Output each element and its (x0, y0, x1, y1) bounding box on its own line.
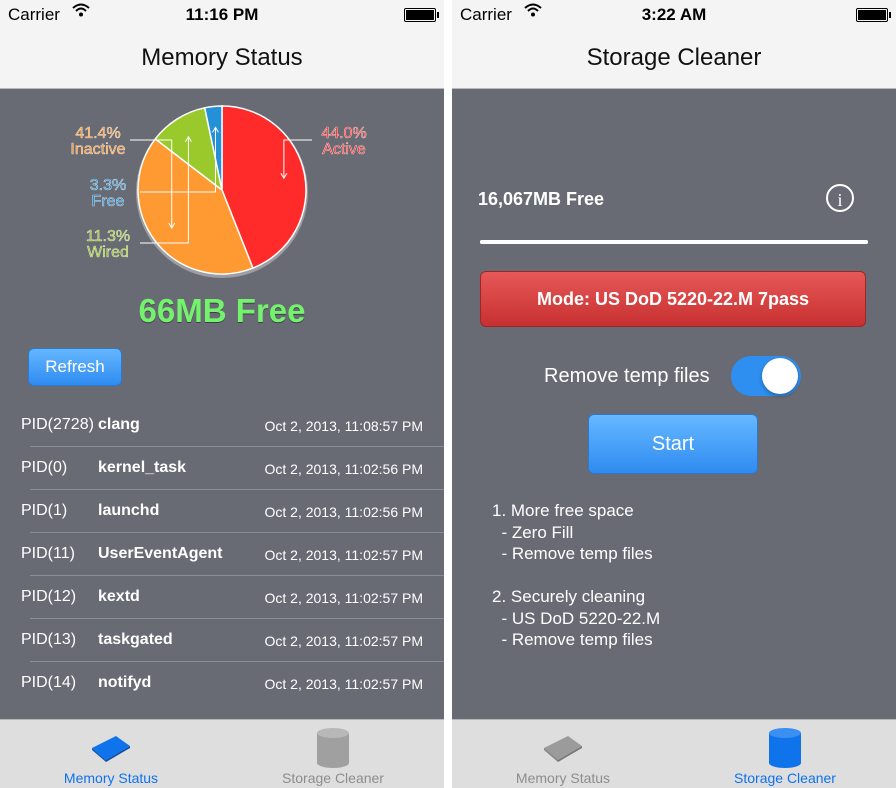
tab-bar: Memory Status Storage Cleaner (452, 719, 896, 788)
pie-chart-svg: 44.0%Active 41.4%Inactive 11.3%Wired 3.3%Fr… (70, 105, 367, 278)
status-time: 11:16 PM (185, 5, 259, 24)
process-date: Oct 2, 2013, 11:02:57 PM (264, 547, 423, 563)
process-date: Oct 2, 2013, 11:02:57 PM (264, 590, 423, 606)
process-date: Oct 2, 2013, 11:02:56 PM (264, 504, 423, 520)
tab-label: Storage Cleaner (734, 770, 836, 786)
instructions-text: 1. More free space - Zero Fill - Remove … (492, 500, 660, 651)
storage-progress-bar (480, 240, 868, 244)
tab-storage-cleaner[interactable]: Storage Cleaner (222, 720, 444, 788)
process-pid: PID(13) (21, 631, 77, 648)
pie-label-wired-percent: 11.3% (86, 228, 130, 245)
process-row[interactable]: PID(13) taskgated Oct 2, 2013, 11:02:57 PM (21, 618, 444, 661)
tab-memory-status[interactable]: Memory Status (0, 720, 222, 788)
process-row[interactable]: PID(12) kextd Oct 2, 2013, 11:02:57 PM (21, 575, 444, 618)
process-row[interactable]: PID(0) kernel_task Oct 2, 2013, 11:02:56 P… (21, 446, 444, 489)
process-name: clang (98, 416, 140, 433)
process-row[interactable]: PID(1) launchd Oct 2, 2013, 11:02:56 PM (21, 489, 444, 532)
start-button[interactable]: Start (588, 414, 758, 474)
status-bar: Carrier 3:22 AM (452, 0, 896, 30)
process-name: kernel_task (98, 459, 187, 476)
process-date: Oct 2, 2013, 11:02:57 PM (264, 633, 423, 649)
storage-cylinder-icon (674, 728, 896, 768)
pie-label-inactive-percent: 41.4% (75, 125, 120, 142)
progress-fill (480, 240, 868, 244)
status-bar: Carrier 11:16 PM (0, 0, 444, 30)
process-list[interactable]: PID(2728) clang Oct 2, 2013, 11:08:57 PM PI… (0, 404, 444, 712)
process-pid: PID(14) (21, 674, 77, 691)
pie-label-active-name: Active (322, 141, 366, 158)
tab-storage-cleaner[interactable]: Storage Cleaner (674, 720, 896, 788)
pie-label-inactive-name: Inactive (70, 141, 125, 158)
storage-cylinder-icon (222, 728, 444, 768)
process-pid: PID(11) (21, 545, 75, 562)
storage-free-label: 16,067MB Free (478, 189, 605, 209)
process-date: Oct 2, 2013, 11:02:57 PM (264, 676, 423, 692)
battery-icon (404, 8, 439, 22)
instruction-line: - Remove temp files (492, 544, 653, 563)
process-name: kextd (98, 588, 140, 605)
tab-label: Memory Status (63, 770, 159, 786)
remove-temp-files-toggle[interactable] (731, 356, 801, 396)
process-pid: PID(0) (21, 459, 68, 476)
process-pid: PID(12) (21, 588, 77, 605)
tab-bar: Memory Status Storage Cleaner (0, 719, 444, 788)
memory-free-label: 66MB Free (138, 292, 306, 329)
toggle-knob (762, 358, 798, 394)
navigation-bar: Memory Status (0, 30, 444, 89)
battery-icon (856, 8, 891, 22)
tab-label: Memory Status (515, 770, 611, 786)
process-name: taskgated (98, 631, 173, 648)
process-pid: PID(2728) (21, 416, 94, 433)
process-row[interactable]: PID(2728) clang Oct 2, 2013, 11:08:57 PM (0, 404, 444, 446)
process-name: notifyd (98, 674, 152, 691)
tab-memory-status[interactable]: Memory Status (452, 720, 674, 788)
navigation-bar: Storage Cleaner (452, 30, 896, 89)
page-title: Memory Status (141, 44, 303, 71)
process-pid: PID(1) (21, 502, 68, 519)
pie-label-active-percent: 44.0% (321, 125, 366, 142)
process-row[interactable]: PID(14) notifyd Oct 2, 2013, 11:02:57 PM (21, 661, 444, 704)
pie-label-free-name: Free (92, 193, 125, 210)
instruction-line: 1. More free space (492, 501, 634, 520)
memory-chip-icon (452, 728, 674, 768)
process-name: launchd (98, 502, 160, 519)
status-time: 3:22 AM (641, 5, 707, 24)
instruction-line (492, 565, 660, 587)
storage-cleaner-screen: Carrier 3:22 AM Storage Cleaner 16,067MB… (452, 0, 896, 788)
process-date: Oct 2, 2013, 11:02:56 PM (264, 461, 423, 477)
instruction-line: - Zero Fill (492, 522, 574, 542)
pie-label-wired-name: Wired (87, 244, 129, 261)
memory-pie-chart: 44.0% Active 41.4% Inactive 11.3% Wired 3.3% Fr… (56, 98, 386, 284)
info-icon[interactable]: i (826, 184, 854, 212)
tab-label: Storage Cleaner (282, 770, 384, 786)
refresh-button[interactable]: Refresh (28, 348, 122, 386)
instruction-line: - US DoD 5220-22.M (492, 608, 661, 628)
remove-temp-files-label: Remove temp files (544, 365, 710, 387)
process-name: UserEventAgent (98, 545, 223, 562)
memory-status-screen: Carrier 11:16 PM Memory Status 44.0% Acti… (0, 0, 444, 788)
page-title: Storage Cleaner (586, 44, 762, 71)
mode-button[interactable]: Mode: US DoD 5220-22.M 7pass (480, 271, 866, 327)
process-row[interactable]: PID(11) UserEventAgent Oct 2, 2013, 11:02:… (21, 532, 444, 575)
instruction-line: 2. Securely cleaning (492, 587, 646, 606)
instruction-line: - Remove temp files (492, 630, 653, 649)
memory-chip-icon (0, 728, 222, 768)
process-date: Oct 2, 2013, 11:08:57 PM (264, 418, 423, 434)
pie-label-free-percent: 3.3% (90, 177, 126, 194)
